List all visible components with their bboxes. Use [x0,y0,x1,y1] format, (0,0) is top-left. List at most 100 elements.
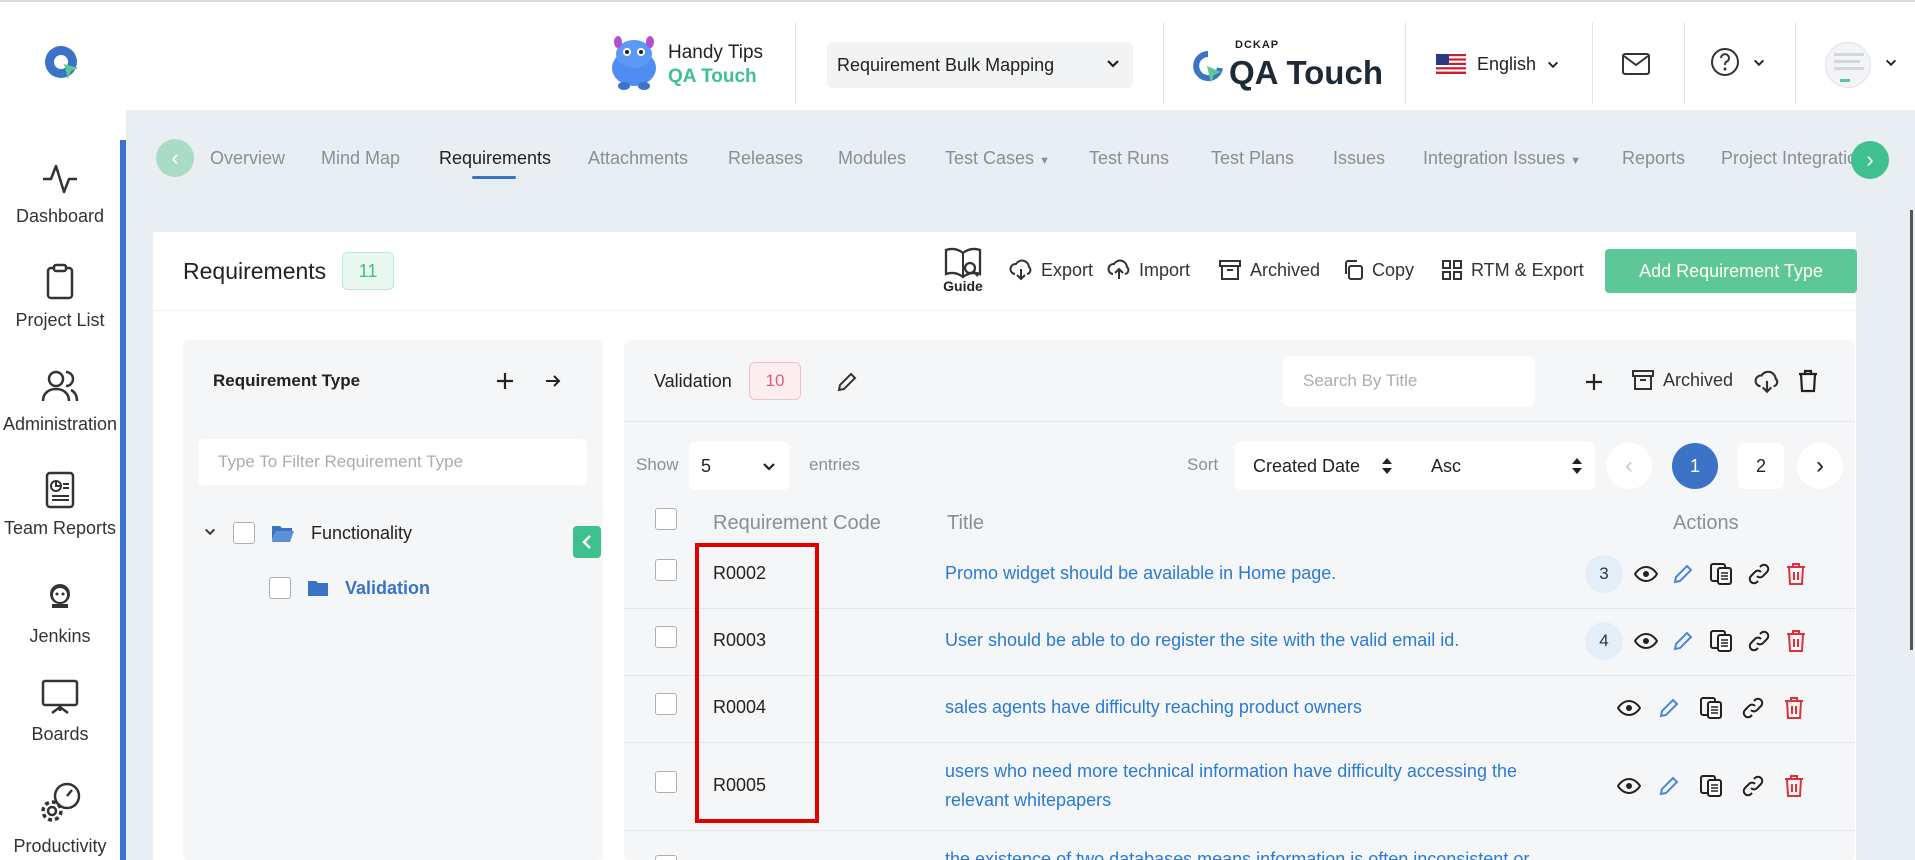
copy-button[interactable]: Copy [1342,259,1414,281]
requirement-title-link[interactable]: sales agents have difficulty reaching pr… [945,693,1362,722]
trash-icon[interactable] [1783,774,1807,798]
collapse-panel-button[interactable] [573,526,601,558]
link-icon[interactable] [1747,629,1771,653]
add-icon[interactable] [495,371,515,391]
archived-list-button[interactable]: Archived [1631,369,1733,391]
tree-item-functionality[interactable]: Functionality [311,523,412,544]
row-checkbox[interactable] [655,693,677,715]
copy-document-icon[interactable] [1699,774,1723,798]
tree-checkbox-validation[interactable] [269,577,291,599]
handy-tips-title[interactable]: Handy Tips [668,42,763,64]
tab-reports[interactable]: Reports [1622,148,1685,169]
cloud-download-icon[interactable] [1754,370,1780,394]
column-header-code[interactable]: Requirement Code [713,512,881,535]
pagination-page-2[interactable]: 2 [1738,443,1784,489]
entries-select[interactable]: 5 [689,442,789,490]
requirement-title-link[interactable]: User should be able to do register the s… [945,626,1459,655]
link-icon[interactable] [1741,774,1765,798]
pagination-page-1[interactable]: 1 [1672,443,1718,489]
archived-button[interactable]: Archived [1218,259,1320,281]
tab-integration-issues[interactable]: Integration Issues ▼ [1423,148,1581,169]
linked-count-badge[interactable]: 4 [1585,622,1623,660]
sort-field-select[interactable]: Created Date [1235,442,1405,490]
pagination-next-button[interactable]: › [1797,443,1843,489]
eye-icon[interactable] [1617,696,1641,720]
sidebar-item-team-reports[interactable]: Team Reports [0,470,120,539]
tab-requirements[interactable]: Requirements [439,148,551,169]
column-header-title[interactable]: Title [947,512,984,535]
tab-project-integrations[interactable]: Project Integratio [1721,148,1861,169]
sidebar-item-administration[interactable]: Administration [0,366,120,435]
row-checkbox[interactable] [655,855,677,860]
pagination-prev-button[interactable]: ‹ [1606,443,1652,489]
guide-button[interactable]: Guide [943,246,983,294]
chevron-down-icon[interactable] [203,525,217,539]
trash-icon[interactable] [1783,696,1807,720]
export-button[interactable]: Export [1009,259,1093,281]
pencil-icon[interactable] [1671,629,1695,653]
search-input[interactable]: Search By Title [1283,356,1535,406]
us-flag-icon[interactable] [1436,54,1466,74]
avatar[interactable] [1825,42,1871,88]
tab-attachments[interactable]: Attachments [588,148,688,169]
help-icon[interactable] [1710,47,1740,77]
eye-icon[interactable] [1617,774,1641,798]
tabs-scroll-right-button[interactable]: › [1851,141,1889,179]
language-select[interactable]: English [1477,54,1536,75]
chevron-down-icon[interactable] [1752,56,1766,70]
link-icon[interactable] [1741,696,1765,720]
eye-icon[interactable] [1634,629,1658,653]
pencil-icon[interactable] [1657,774,1681,798]
trash-icon[interactable] [1797,369,1819,393]
mail-icon[interactable] [1622,53,1650,75]
chevron-down-icon[interactable] [1884,56,1898,70]
pencil-icon[interactable] [1671,562,1695,586]
add-requirement-type-button[interactable]: Add Requirement Type [1605,249,1857,293]
copy-document-icon[interactable] [1699,696,1723,720]
linked-count-badge[interactable]: 3 [1585,555,1623,593]
copy-document-icon[interactable] [1709,562,1733,586]
sidebar-item-productivity[interactable]: Productivity [0,778,120,857]
requirement-title-link[interactable]: the existence of two databases means inf… [945,845,1529,860]
tab-modules[interactable]: Modules [838,148,906,169]
tab-test-runs[interactable]: Test Runs [1089,148,1169,169]
requirement-title-link[interactable]: users who need more technical informatio… [945,757,1517,815]
import-button[interactable]: Import [1107,259,1190,281]
handy-tips-subtitle[interactable]: QA Touch [668,66,757,88]
sort-order-select[interactable]: Asc [1405,442,1595,490]
requirement-title-link[interactable]: Promo widget should be available in Home… [945,559,1336,588]
rtm-export-button[interactable]: RTM & Export [1441,259,1584,281]
row-checkbox[interactable] [655,771,677,793]
add-icon[interactable] [1584,372,1604,392]
tree-item-validation[interactable]: Validation [345,578,430,599]
app-logo-icon[interactable] [42,42,82,82]
row-checkbox[interactable] [655,626,677,648]
requirement-type-filter-input[interactable]: Type To Filter Requirement Type [198,439,587,485]
link-icon[interactable] [1747,562,1771,586]
scrollbar[interactable] [1910,210,1913,650]
eye-icon[interactable] [1634,562,1658,586]
tab-releases[interactable]: Releases [728,148,803,169]
tab-mind-map[interactable]: Mind Map [321,148,400,169]
sidebar-item-boards[interactable]: Boards [0,676,120,745]
arrow-right-icon[interactable] [544,372,562,390]
pencil-icon[interactable] [835,370,859,394]
sidebar-item-dashboard[interactable]: Dashboard [0,158,120,227]
sidebar-item-project-list[interactable]: Project List [0,262,120,331]
tab-test-cases[interactable]: Test Cases ▼ [945,148,1050,169]
trash-icon[interactable] [1785,629,1809,653]
chevron-down-icon[interactable] [1546,58,1560,72]
sidebar-item-jenkins[interactable]: Jenkins [0,578,120,647]
copy-document-icon[interactable] [1709,629,1733,653]
pencil-icon[interactable] [1657,696,1681,720]
tab-issues[interactable]: Issues [1333,148,1385,169]
tabs-scroll-left-button[interactable]: ‹ [156,139,194,177]
project-select[interactable]: Requirement Bulk Mapping [827,42,1133,88]
row-checkbox[interactable] [655,559,677,581]
tree-checkbox-functionality[interactable] [233,522,255,544]
tab-test-plans[interactable]: Test Plans [1211,148,1294,169]
tab-overview[interactable]: Overview [210,148,285,169]
select-all-checkbox[interactable] [655,508,677,530]
trash-icon[interactable] [1785,562,1809,586]
mascot-icon[interactable] [604,32,664,92]
